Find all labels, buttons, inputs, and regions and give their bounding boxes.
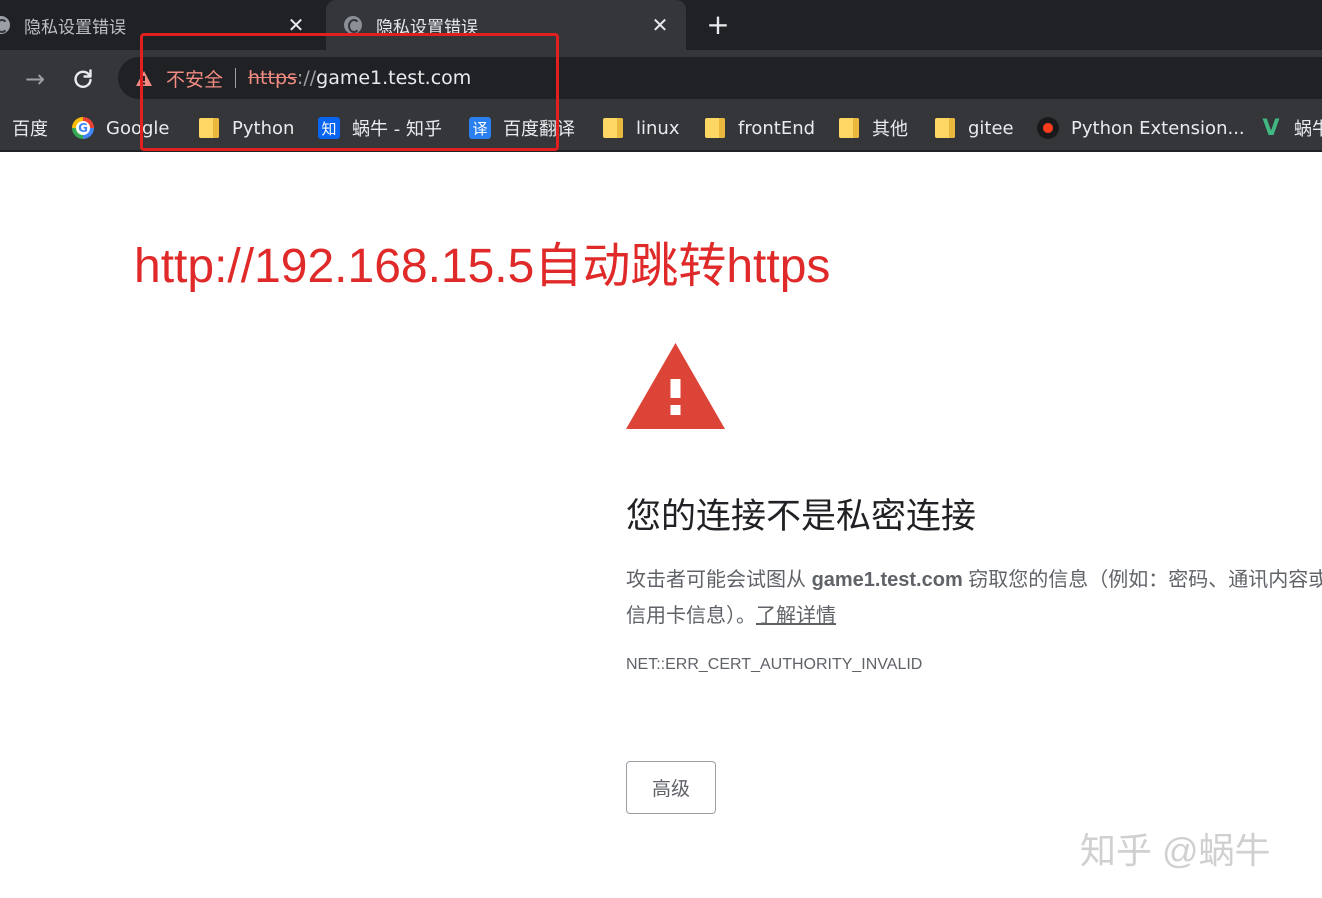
bookmark-snail[interactable]: V 蜗牛: [1260, 106, 1322, 150]
bookmark-label: frontEnd: [738, 117, 816, 139]
folder-icon: [934, 117, 956, 139]
reload-button[interactable]: [66, 62, 100, 96]
annotation-highlight-box: [140, 33, 559, 151]
bookmark-folder-linux[interactable]: linux: [602, 106, 679, 150]
bookmark-label: 蜗牛: [1294, 119, 1322, 140]
advanced-button[interactable]: 高级: [626, 761, 716, 814]
bookmark-label: 百度: [12, 119, 48, 140]
bookmark-baidu[interactable]: 百度: [12, 106, 48, 150]
forward-button[interactable]: →: [18, 62, 52, 96]
folder-icon: [704, 117, 726, 139]
error-description: 攻击者可能会试图从 game1.test.com 窃取您的信息（例如：密码、通讯…: [626, 562, 1322, 634]
page-title: 您的连接不是私密连接: [626, 497, 977, 536]
desc-text: 攻击者可能会试图从: [626, 569, 812, 591]
folder-icon: [838, 117, 860, 139]
bookmark-label: 其他: [872, 119, 908, 140]
vue-icon: V: [1262, 115, 1280, 141]
folder-icon: [602, 117, 624, 139]
extension-icon: [1037, 117, 1059, 139]
new-tab-button[interactable]: +: [700, 10, 736, 42]
globe-icon: [344, 16, 362, 34]
tab-close-icon[interactable]: ✕: [646, 11, 674, 39]
error-code: NET::ERR_CERT_AUTHORITY_INVALID: [626, 656, 923, 673]
learn-more-link[interactable]: 了解详情: [756, 605, 836, 627]
google-icon: G: [72, 117, 94, 139]
bookmark-python-extension[interactable]: Python Extension...: [1037, 106, 1245, 150]
bookmark-label: linux: [636, 117, 680, 139]
bookmark-folder-other[interactable]: 其他: [838, 106, 908, 150]
bookmark-folder-gitee[interactable]: gitee: [934, 106, 1014, 150]
arrow-right-icon: →: [24, 65, 46, 93]
annotation-text: http://192.168.15.5自动跳转https: [134, 240, 831, 293]
globe-icon: [0, 16, 10, 34]
desc-host: game1.test.com: [811, 569, 963, 591]
watermark: 知乎 @蜗牛: [1080, 830, 1271, 871]
bookmark-label: Python Extension...: [1071, 117, 1245, 139]
bookmark-folder-frontend[interactable]: frontEnd: [704, 106, 815, 150]
bookmark-label: gitee: [968, 117, 1014, 139]
reload-icon: [74, 69, 92, 88]
warning-triangle-icon: [626, 343, 725, 429]
